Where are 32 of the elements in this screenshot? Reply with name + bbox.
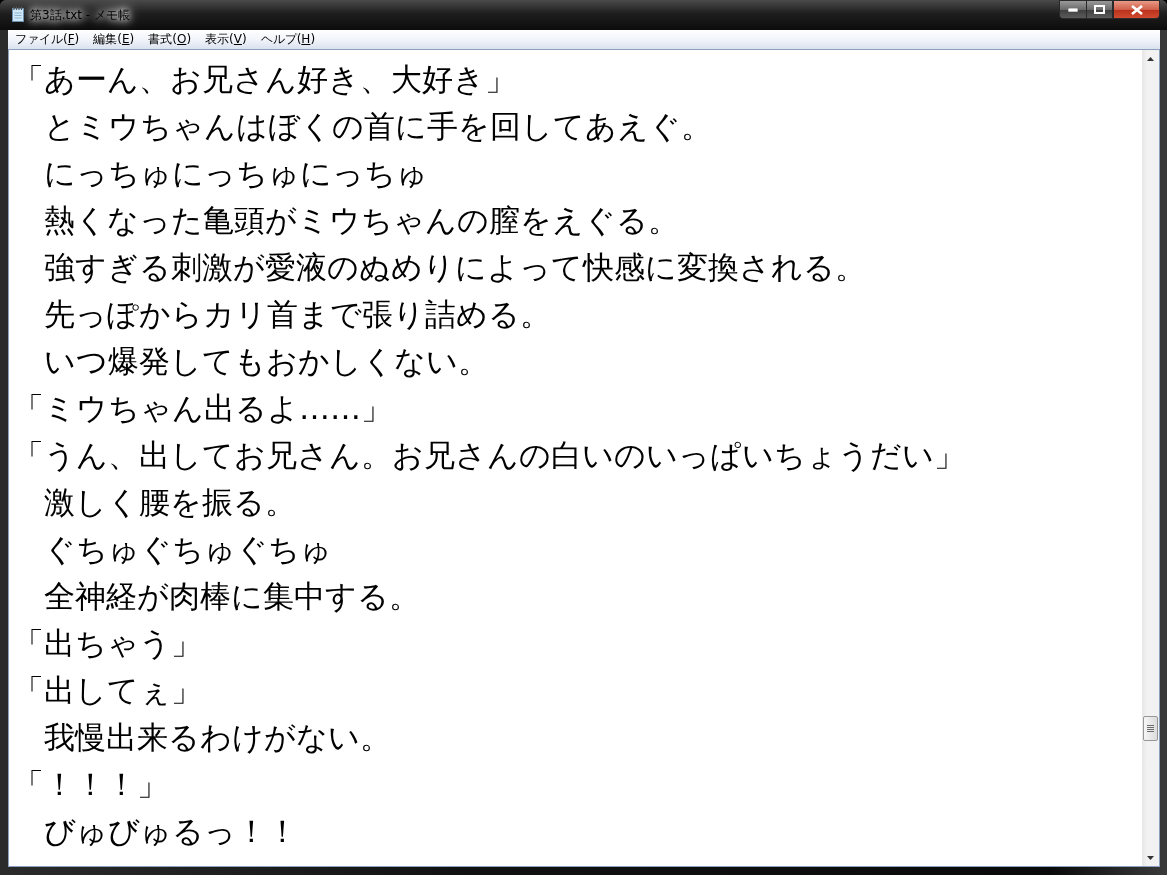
text-line: 熱くなった亀頭がミウちゃんの膣をえぐる。 — [43, 201, 680, 240]
text-line: ぐちゅぐちゅぐちゅ — [43, 530, 333, 569]
menu-item[interactable]: ヘルプ(H) — [253, 31, 323, 48]
up-arrow-icon — [1147, 56, 1154, 61]
minimize-button[interactable] — [1059, 0, 1086, 19]
minimize-icon — [1068, 7, 1078, 12]
text-line: 全神経が肉棒に集中する。 — [43, 577, 421, 616]
text-line: 「あーん、お兄さん好き、大好き」 — [13, 60, 517, 99]
text-line: 「出してぇ」 — [13, 671, 203, 710]
menu-item[interactable]: 表示(V) — [198, 31, 254, 48]
grip-icon — [1147, 725, 1154, 732]
close-button[interactable] — [1113, 0, 1160, 19]
down-arrow-icon — [1147, 855, 1154, 860]
maximize-icon — [1094, 5, 1105, 14]
menu-item[interactable]: ファイル(F) — [8, 31, 87, 48]
text-line: 我慢出来るわけがない。 — [43, 718, 392, 757]
text-line: 「出ちゃう」 — [13, 624, 203, 663]
text-line: 「！！！」 — [13, 765, 169, 804]
menu-item[interactable]: 編集(E) — [86, 31, 142, 48]
text-line: 「ミウちゃん出るよ……」 — [13, 389, 393, 428]
text-line: びゅびゅるっ！！ — [43, 812, 299, 851]
text-line: 先っぽからカリ首まで張り詰める。 — [43, 295, 552, 334]
menu-item[interactable]: 書式(O) — [141, 31, 199, 48]
text-line: とミウちゃんはぼくの首に手を回してあえぐ。 — [43, 107, 713, 146]
text-line: いつ爆発してもおかしくない。 — [43, 342, 490, 381]
scrollbar-thumb[interactable] — [1143, 716, 1158, 741]
maximize-button[interactable] — [1086, 0, 1113, 19]
text-line: 激しく腰を振る。 — [43, 483, 297, 522]
text-line: 「うん、出してお兄さん。お兄さんの白いのいっぱいちょうだい」 — [13, 436, 966, 475]
text-line: 強すぎる刺激が愛液のぬめりによって快感に変換される。 — [43, 248, 867, 287]
close-icon — [1130, 4, 1143, 15]
text-line: にっちゅにっちゅにっちゅ — [43, 154, 429, 193]
